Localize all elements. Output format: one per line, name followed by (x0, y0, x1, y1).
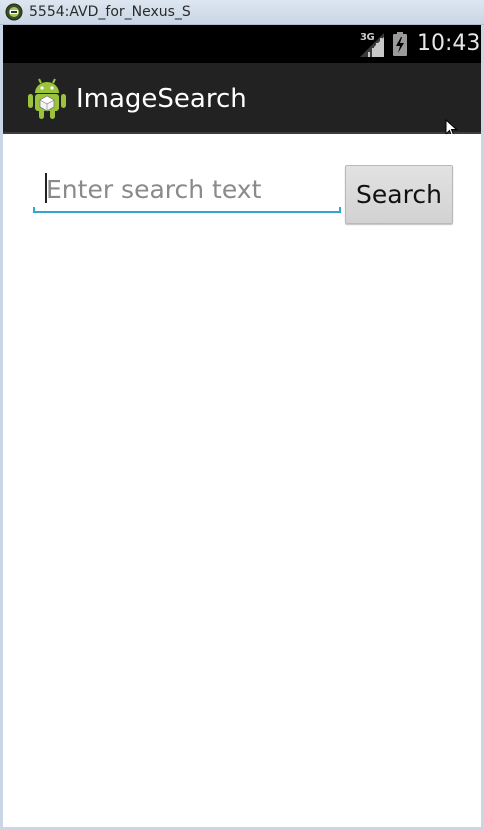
network-indicator: 3G (360, 32, 384, 57)
underline-tick-right (339, 207, 341, 213)
battery-charging-icon (393, 32, 407, 56)
action-bar: ImageSearch (3, 63, 481, 138)
text-caret (45, 173, 47, 203)
main-content: Search (3, 134, 481, 827)
search-button[interactable]: Search (345, 165, 453, 224)
status-clock: 10:43 (417, 31, 481, 56)
search-input[interactable] (33, 167, 341, 211)
window-title: 5554:AVD_for_Nexus_S (29, 4, 191, 20)
status-bar: 3G 10:43 (3, 25, 481, 63)
network-type-label: 3G (360, 32, 375, 43)
underline-tick-left (33, 207, 35, 213)
emulator-icon (5, 3, 23, 21)
window-title-bar[interactable]: 5554:AVD_for_Nexus_S (0, 0, 484, 25)
app-title: ImageSearch (76, 84, 247, 114)
android-robot-icon[interactable] (27, 77, 67, 121)
search-field[interactable] (33, 167, 341, 213)
search-input-underline (33, 211, 341, 213)
emulator-window: 5554:AVD_for_Nexus_S 3G 10:43 ImageSearc… (0, 0, 484, 830)
